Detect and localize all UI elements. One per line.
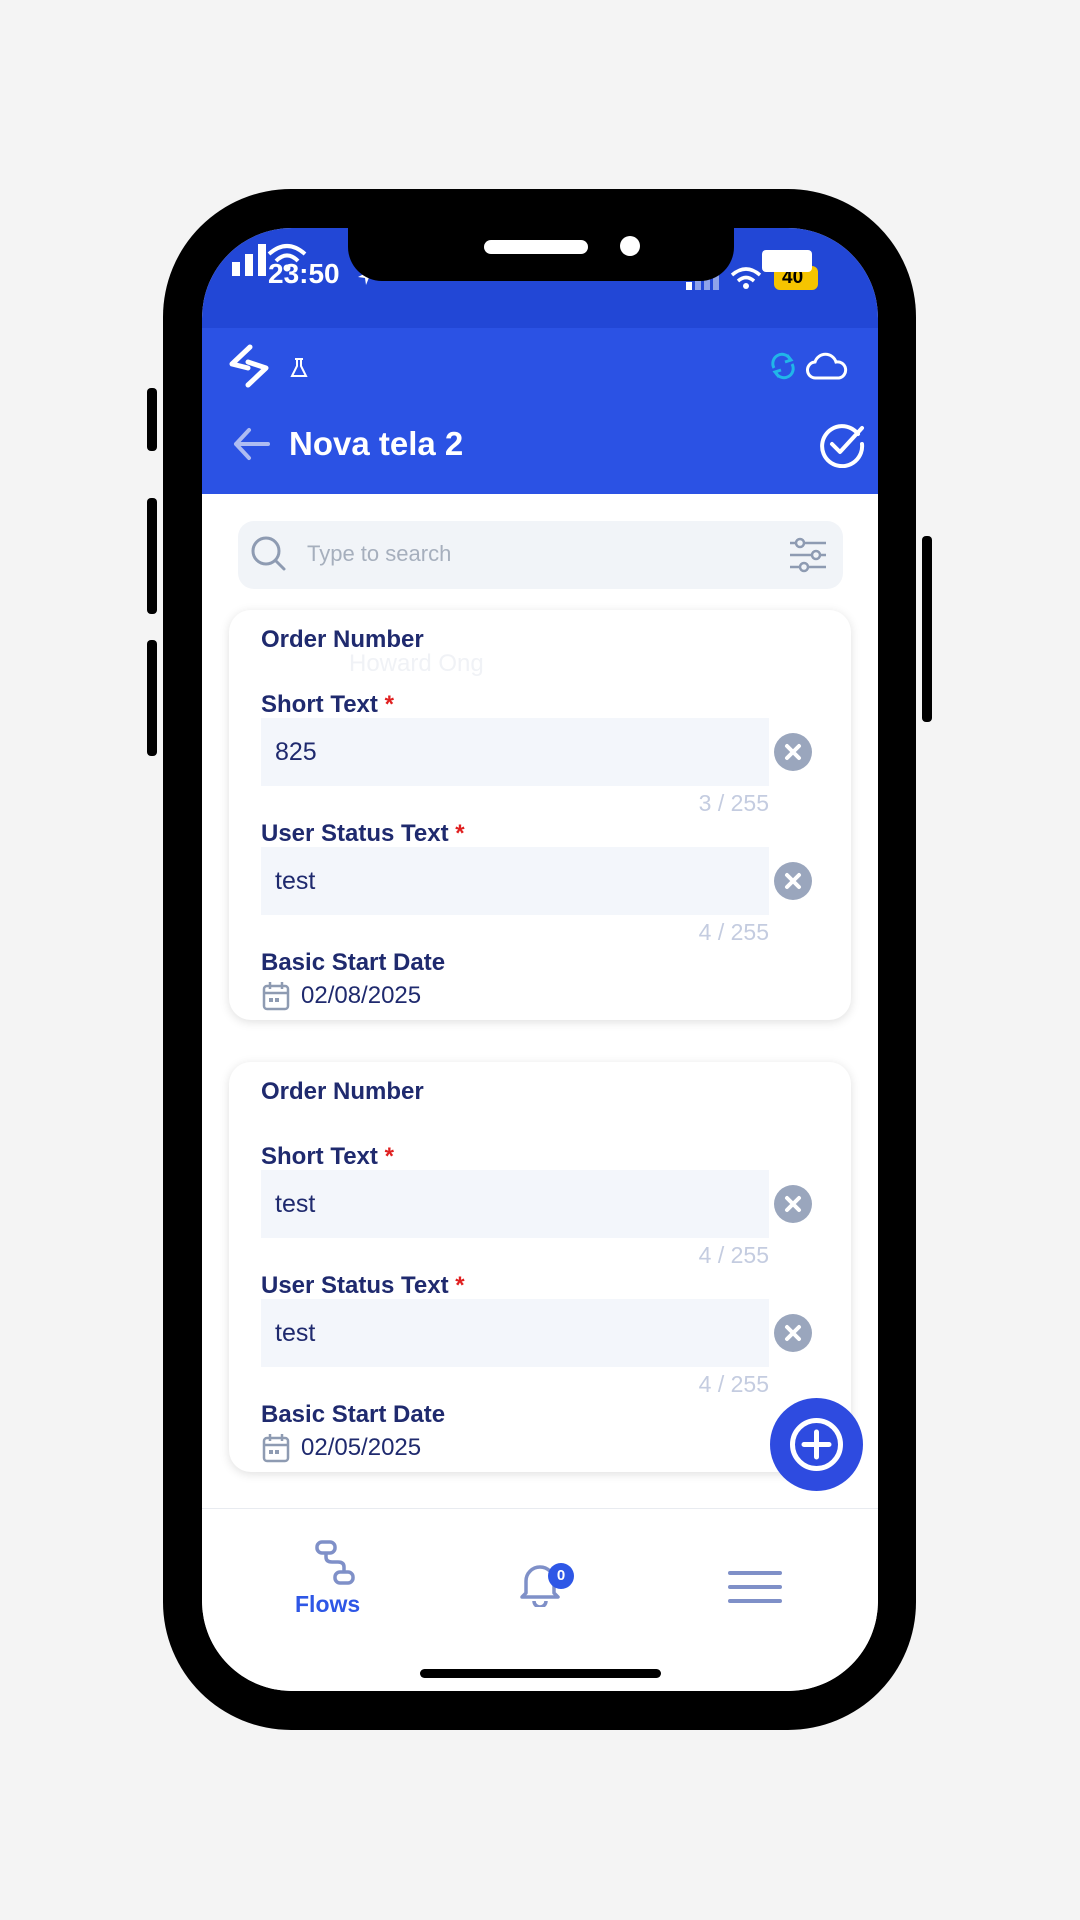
- bottom-nav: Flows 0: [202, 1508, 878, 1691]
- add-button[interactable]: [770, 1398, 863, 1491]
- basic-start-date-label: Basic Start Date: [261, 949, 446, 976]
- short-text-field[interactable]: test: [261, 1170, 769, 1238]
- clear-short-text-button[interactable]: [774, 1185, 812, 1223]
- clear-icon: [785, 873, 801, 889]
- user-status-counter: 4 / 255: [698, 919, 769, 945]
- notification-badge: 0: [548, 1563, 574, 1589]
- app-logo-icon: [229, 344, 269, 388]
- status-bar: 23:50 40: [202, 228, 878, 328]
- date-value[interactable]: 02/05/2025: [301, 1434, 421, 1462]
- required-marker: *: [384, 691, 394, 718]
- short-text-counter: 4 / 255: [698, 1242, 769, 1268]
- required-marker: *: [455, 820, 465, 847]
- search-icon: [251, 536, 286, 571]
- user-status-label: User Status Text *: [261, 1272, 465, 1299]
- clear-user-status-button[interactable]: [774, 862, 812, 900]
- short-text-label: Short Text *: [261, 1143, 394, 1170]
- short-text-label: Short Text *: [261, 691, 394, 718]
- cellular-signal-icon: [232, 244, 266, 276]
- phone-volume-down: [147, 640, 157, 756]
- clear-icon: [785, 1325, 801, 1341]
- back-arrow-icon[interactable]: [232, 427, 272, 461]
- flows-icon: [315, 1540, 355, 1585]
- menu-icon[interactable]: [728, 1569, 782, 1605]
- notch: [348, 228, 734, 281]
- flask-icon[interactable]: [287, 356, 311, 380]
- cloud-icon[interactable]: [806, 352, 848, 382]
- app-header: Nova tela 2: [202, 328, 878, 494]
- phone-power-button: [922, 536, 932, 722]
- short-text-value[interactable]: 825: [275, 738, 317, 767]
- front-camera: [620, 236, 640, 256]
- clear-icon: [785, 744, 801, 760]
- clear-short-text-button[interactable]: [774, 733, 812, 771]
- phone-screen: 23:50 40 Nova tela 2 Type to search Orde…: [202, 228, 878, 1691]
- clear-user-status-button[interactable]: [774, 1314, 812, 1352]
- home-indicator[interactable]: [420, 1669, 661, 1678]
- clear-icon: [785, 1196, 801, 1212]
- phone-volume-up: [147, 498, 157, 614]
- calendar-icon: [262, 1434, 290, 1463]
- speaker-grille: [484, 240, 588, 254]
- search-input[interactable]: Type to search: [307, 541, 451, 567]
- basic-start-date[interactable]: 02/08/2025: [261, 979, 421, 1013]
- page-title: Nova tela 2: [289, 425, 464, 462]
- phone-mute-switch: [147, 388, 157, 451]
- short-text-value[interactable]: test: [275, 1190, 315, 1219]
- user-status-value[interactable]: test: [275, 867, 315, 896]
- check-circle-icon[interactable]: [818, 420, 866, 468]
- calendar-icon: [262, 982, 290, 1011]
- basic-start-date[interactable]: 02/05/2025: [261, 1431, 421, 1465]
- user-status-field[interactable]: test: [261, 1299, 769, 1367]
- wifi-right-icon: [730, 267, 762, 289]
- sync-icon[interactable]: [768, 352, 798, 380]
- required-marker: *: [455, 1272, 465, 1299]
- nav-flows[interactable]: Flows: [272, 1539, 392, 1629]
- record-card[interactable]: Order Number Short Text * test 4 / 255 U…: [229, 1062, 851, 1472]
- nav-flows-label: Flows: [295, 1591, 361, 1617]
- user-status-counter: 4 / 255: [698, 1371, 769, 1397]
- search-bar[interactable]: Type to search: [238, 521, 843, 589]
- filter-sliders-icon[interactable]: [788, 537, 828, 573]
- date-value[interactable]: 02/08/2025: [301, 982, 421, 1010]
- short-text-field[interactable]: 825: [261, 718, 769, 786]
- required-marker: *: [384, 1143, 394, 1170]
- short-text-counter: 3 / 255: [698, 790, 769, 816]
- user-status-value[interactable]: test: [275, 1319, 315, 1348]
- plus-icon: [790, 1418, 843, 1471]
- notch-overlay-box: [762, 250, 812, 272]
- ghost-text: Howard Ong: [349, 650, 484, 677]
- user-status-label: User Status Text *: [261, 820, 465, 847]
- basic-start-date-label: Basic Start Date: [261, 1401, 446, 1428]
- record-card[interactable]: Order Number Howard Ong Short Text * 825…: [229, 610, 851, 1020]
- order-number-label: Order Number: [261, 1078, 424, 1105]
- user-status-field[interactable]: test: [261, 847, 769, 915]
- status-time: 23:50: [268, 258, 340, 289]
